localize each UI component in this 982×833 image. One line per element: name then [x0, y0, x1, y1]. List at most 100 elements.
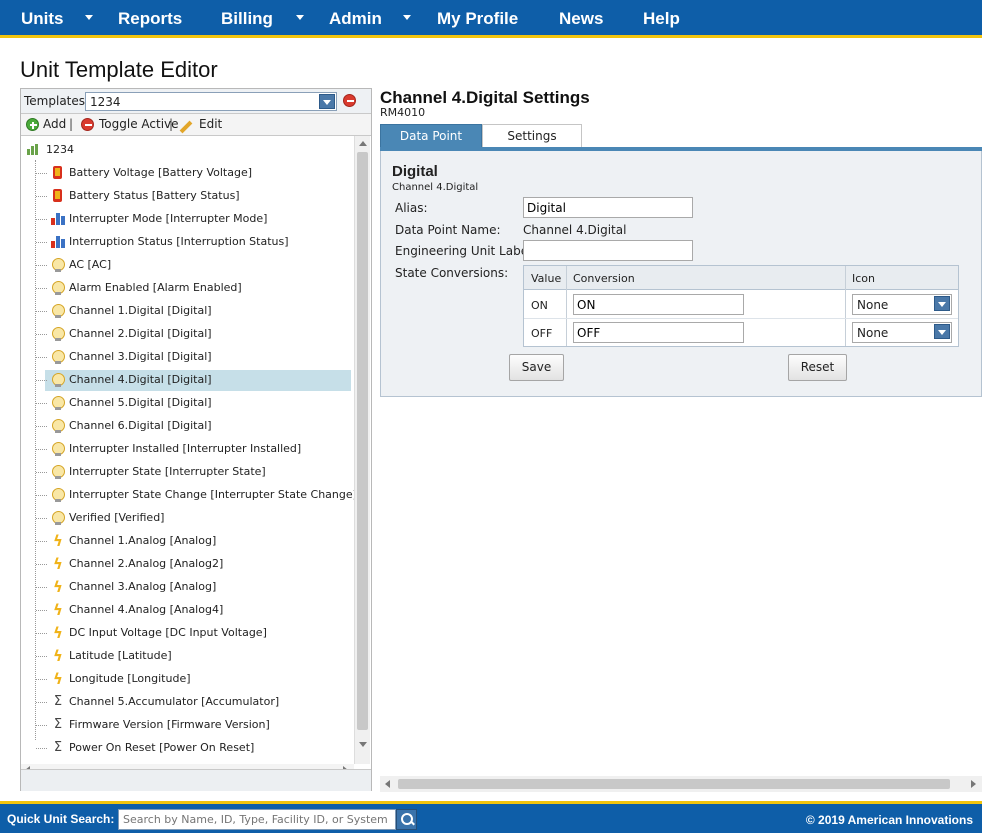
templates-dropdown-icon[interactable] — [319, 94, 335, 109]
tree-item[interactable]: Channel 1.Digital [Digital] — [36, 301, 351, 322]
tree-item[interactable]: Interrupter State [Interrupter State] — [36, 462, 351, 483]
tree-guide-line — [36, 196, 47, 197]
conversion-input[interactable] — [573, 294, 744, 315]
tree-item[interactable]: AC [AC] — [36, 255, 351, 276]
reset-button[interactable]: Reset — [788, 354, 847, 381]
table-row: OFF None — [524, 319, 958, 347]
tree-item[interactable]: Verified [Verified] — [36, 508, 351, 529]
tree-guide-line — [36, 334, 47, 335]
tree-guide-line — [36, 541, 47, 542]
scroll-left-icon[interactable] — [385, 780, 390, 788]
tree-item[interactable]: Channel 2.Digital [Digital] — [36, 324, 351, 345]
quick-search-label: Quick Unit Search: — [7, 812, 115, 826]
quick-search-input[interactable] — [118, 809, 396, 830]
tree-guide-line — [36, 725, 47, 726]
tree-item[interactable]: Battery Status [Battery Status] — [36, 186, 351, 207]
tree-item[interactable]: ϟ Channel 1.Analog [Analog] — [36, 531, 351, 552]
nav-news[interactable]: News — [559, 9, 603, 29]
tree-footer-bar — [21, 769, 371, 791]
tree-item-label: Channel 1.Digital [Digital] — [69, 304, 212, 317]
tree-item-label: Channel 2.Analog [Analog2] — [69, 557, 224, 570]
tree-item[interactable]: ϟ Latitude [Latitude] — [36, 646, 351, 667]
icon-select-value: None — [857, 298, 889, 312]
tree-item[interactable]: ϟ Channel 2.Analog [Analog2] — [36, 554, 351, 575]
copyright-text: © 2019 American Innovations — [805, 813, 973, 827]
tree-guide-line — [36, 587, 47, 588]
tree-item[interactable]: Interrupter Installed [Interrupter Insta… — [36, 439, 351, 460]
alias-input[interactable] — [523, 197, 693, 218]
tree-item[interactable]: ϟ Channel 4.Analog [Analog4] — [36, 600, 351, 621]
tree-guide-line — [36, 173, 47, 174]
tree-item-label: Verified [Verified] — [69, 511, 165, 524]
scroll-up-icon[interactable] — [359, 141, 367, 146]
page-title: Unit Template Editor — [20, 57, 218, 82]
nav-admin[interactable]: Admin — [329, 9, 382, 29]
lightbulb-icon — [50, 418, 66, 434]
edit-button[interactable]: Edit — [199, 117, 222, 131]
icon-select[interactable]: None — [852, 294, 952, 315]
column-header-icon: Icon — [852, 272, 875, 285]
tree-item[interactable]: ϟ Channel 3.Analog [Analog] — [36, 577, 351, 598]
units-chevron-down-icon[interactable] — [85, 15, 93, 20]
nav-my-profile[interactable]: My Profile — [437, 9, 518, 29]
tab-settings[interactable]: Settings — [482, 124, 582, 148]
column-header-value: Value — [531, 272, 562, 285]
templates-select[interactable]: 1234 — [85, 92, 337, 111]
tree-item[interactable]: Σ Power On Reset [Power On Reset] — [36, 738, 351, 759]
search-icon[interactable] — [396, 809, 417, 830]
tree-item[interactable]: Channel 3.Digital [Digital] — [36, 347, 351, 368]
scroll-down-icon[interactable] — [359, 742, 367, 747]
tree-item[interactable]: Channel 4.Digital [Digital] — [36, 370, 351, 391]
tree-item[interactable]: ϟ Longitude [Longitude] — [36, 669, 351, 690]
billing-chevron-down-icon[interactable] — [296, 15, 304, 20]
tree-item[interactable]: Channel 6.Digital [Digital] — [36, 416, 351, 437]
icon-dropdown-icon[interactable] — [934, 296, 950, 311]
settings-model: RM4010 — [380, 106, 426, 119]
nav-reports[interactable]: Reports — [118, 9, 182, 29]
tab-data-point[interactable]: Data Point — [380, 124, 482, 148]
state-conversions-label: State Conversions: — [395, 266, 509, 280]
tree-vertical-scrollbar[interactable] — [354, 136, 370, 764]
tree-item-label: Latitude [Latitude] — [69, 649, 172, 662]
content-horizontal-scrollbar[interactable] — [380, 776, 982, 792]
lightbulb-icon — [50, 464, 66, 480]
templates-select-value: 1234 — [90, 95, 121, 109]
tree-item-label: Interrupter State [Interrupter State] — [69, 465, 266, 478]
tree-item[interactable]: Σ Channel 5.Accumulator [Accumulator] — [36, 692, 351, 713]
tree-item[interactable]: Interrupter State Change [Interrupter St… — [36, 485, 354, 506]
tree-item[interactable]: ϟ DC Input Voltage [DC Input Voltage] — [36, 623, 351, 644]
conversion-input[interactable] — [573, 322, 744, 343]
save-button[interactable]: Save — [509, 354, 564, 381]
tree-item-label: Interrupter State Change [Interrupter St… — [69, 488, 354, 501]
nav-billing[interactable]: Billing — [221, 9, 273, 29]
admin-chevron-down-icon[interactable] — [403, 15, 411, 20]
tree-item-label: Longitude [Longitude] — [69, 672, 191, 685]
toggle-active-icon[interactable] — [81, 118, 94, 131]
tree-item-label: Channel 5.Accumulator [Accumulator] — [69, 695, 280, 708]
sigma-icon: Σ — [53, 740, 63, 755]
tree-item-label: Channel 3.Digital [Digital] — [69, 350, 212, 363]
tree-scroll-thumb[interactable] — [357, 152, 368, 730]
tree-item[interactable]: Interruption Status [Interruption Status… — [36, 232, 351, 253]
nav-units[interactable]: Units — [21, 9, 64, 29]
tree-item[interactable]: Channel 5.Digital [Digital] — [36, 393, 351, 414]
data-point-name-value: Channel 4.Digital — [523, 223, 627, 237]
remove-template-icon[interactable] — [343, 94, 356, 107]
content-scroll-thumb[interactable] — [398, 779, 950, 789]
pencil-icon[interactable] — [179, 120, 193, 134]
icon-dropdown-icon[interactable] — [934, 324, 950, 339]
settings-title: Channel 4.Digital Settings — [380, 88, 590, 107]
toggle-active-button[interactable]: Toggle Active — [99, 117, 179, 131]
add-button[interactable]: Add — [43, 117, 66, 131]
tree-item[interactable]: Alarm Enabled [Alarm Enabled] — [36, 278, 351, 299]
engineering-unit-input[interactable] — [523, 240, 693, 261]
tree-item-label: Interrupter Installed [Interrupter Insta… — [69, 442, 302, 455]
tree-item[interactable]: Battery Voltage [Battery Voltage] — [36, 163, 351, 184]
tree-item[interactable]: Σ Firmware Version [Firmware Version] — [36, 715, 351, 736]
tree-item[interactable]: Interrupter Mode [Interrupter Mode] — [36, 209, 351, 230]
nav-help[interactable]: Help — [643, 9, 680, 29]
icon-select[interactable]: None — [852, 322, 952, 343]
add-icon[interactable] — [26, 118, 39, 131]
tree-item-label: DC Input Voltage [DC Input Voltage] — [69, 626, 267, 639]
scroll-right-icon[interactable] — [971, 780, 976, 788]
